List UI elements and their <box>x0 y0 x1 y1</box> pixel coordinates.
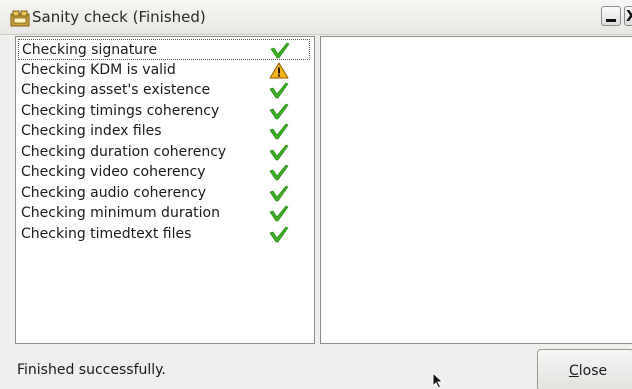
status-message: Finished successfully. <box>17 362 166 378</box>
checkmark-icon <box>269 185 289 201</box>
close-button-label: Close <box>569 363 608 379</box>
check-row[interactable]: Checking timedtext files <box>18 224 310 245</box>
sanity-check-window: Sanity check (Finished) X Checking signa… <box>0 0 632 389</box>
close-window-button[interactable]: X <box>624 6 632 26</box>
title-bar[interactable]: Sanity check (Finished) X <box>0 0 632 35</box>
check-row[interactable]: Checking index files <box>18 121 310 142</box>
warning-icon <box>269 62 289 78</box>
check-label: Checking index files <box>21 123 162 139</box>
check-row[interactable]: Checking minimum duration <box>18 203 310 224</box>
checkmark-icon <box>269 103 289 119</box>
checkmark-icon <box>270 42 290 59</box>
check-row[interactable]: Checking KDM is valid <box>18 60 310 81</box>
check-list[interactable]: Checking signature Checking KDM is valid C… <box>15 36 315 344</box>
close-button[interactable]: Close <box>537 349 632 389</box>
check-label: Checking asset's existence <box>21 82 211 98</box>
checkmark-icon <box>269 82 289 99</box>
minimize-button[interactable] <box>601 6 621 26</box>
checkmark-icon <box>269 144 289 160</box>
check-row[interactable]: Checking timings coherency <box>18 101 310 122</box>
check-label: Checking duration coherency <box>21 143 227 160</box>
check-row[interactable]: Checking signature <box>18 39 310 60</box>
check-label: Checking timedtext files <box>21 225 192 242</box>
detail-panel[interactable] <box>320 36 632 344</box>
check-row[interactable]: Checking video coherency <box>18 162 310 183</box>
checkmark-icon <box>269 205 289 222</box>
check-label: Checking audio coherency <box>21 184 207 201</box>
check-label: Checking signature <box>22 42 158 58</box>
check-label: Checking KDM is valid <box>21 61 176 78</box>
checkmark-icon <box>269 123 289 140</box>
checkmark-icon <box>269 164 289 181</box>
checkmark-icon <box>269 226 289 242</box>
window-title: Sanity check (Finished) <box>32 8 206 26</box>
check-label: Checking minimum duration <box>21 205 220 221</box>
close-icon: X <box>626 7 632 25</box>
check-row[interactable]: Checking duration coherency <box>18 142 310 163</box>
check-row[interactable]: Checking audio coherency <box>18 183 310 204</box>
check-row[interactable]: Checking asset's existence <box>18 80 310 101</box>
check-label: Checking video coherency <box>21 164 206 180</box>
app-icon <box>10 10 30 27</box>
mouse-pointer-icon <box>432 372 444 389</box>
check-label: Checking timings coherency <box>21 102 220 119</box>
